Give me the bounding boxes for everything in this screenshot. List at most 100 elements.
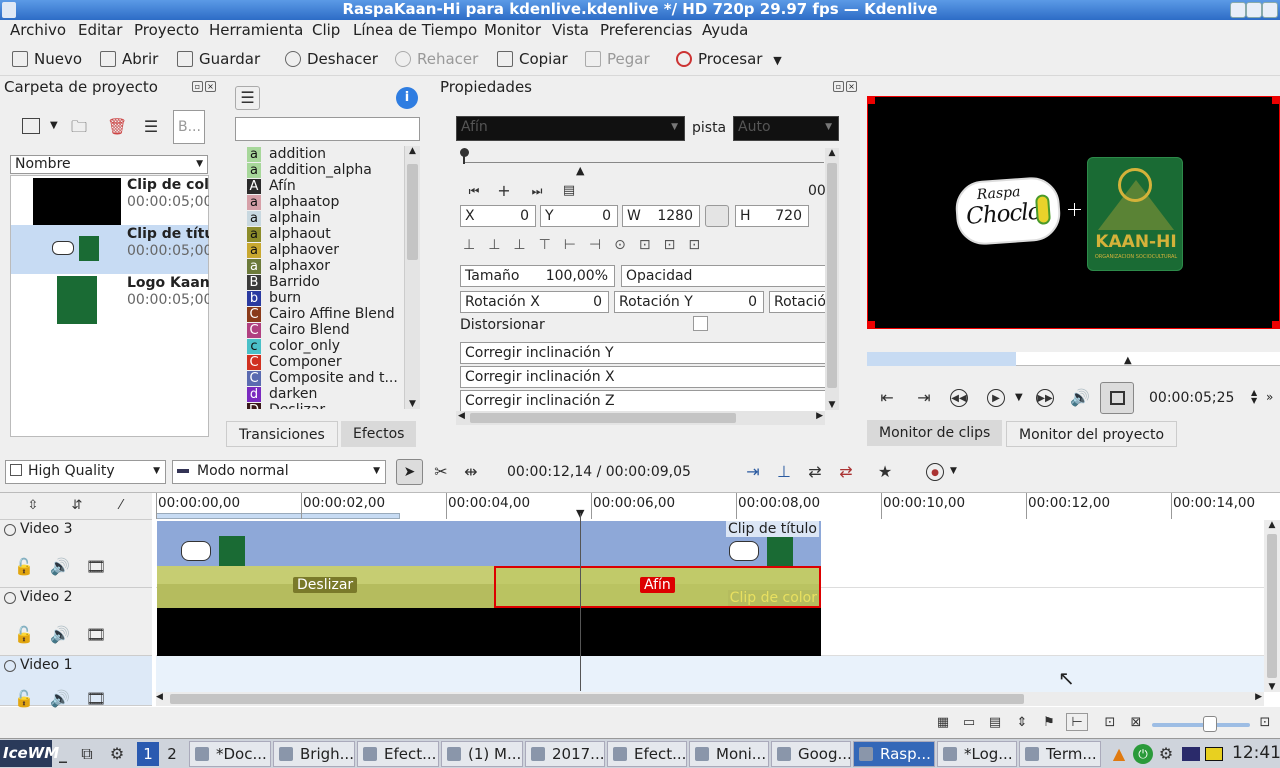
chevron-down-icon[interactable]: ▼ — [1015, 392, 1023, 403]
transition-item[interactable]: d darken — [247, 386, 317, 402]
task-log[interactable]: *Log... — [937, 741, 1017, 767]
monitor-ruler[interactable]: ▲ — [867, 352, 1280, 366]
zoom-slider-handle[interactable] — [1203, 716, 1217, 732]
align-toolbar[interactable]: ⊥⊥⊥⊤⊢⊣⊙⊡⊡⊡ — [463, 237, 713, 253]
zoom-slider[interactable] — [1152, 723, 1250, 727]
window-titlebar[interactable]: RaspaKaan-Hi para kdenlive.kdenlive */ H… — [0, 0, 1280, 20]
new-button[interactable]: Nuevo — [12, 50, 82, 68]
track-target-icon[interactable] — [4, 592, 16, 604]
rewind-icon[interactable]: ◀◀ — [950, 389, 968, 407]
y-field[interactable]: Y0 — [540, 205, 618, 227]
task-efect-2[interactable]: Efect... — [607, 741, 687, 767]
transition-item[interactable]: a alphaatop — [247, 194, 339, 210]
menu-herramienta[interactable]: Herramienta — [209, 20, 303, 40]
task-doc[interactable]: *Doc... — [189, 741, 271, 767]
track-select[interactable]: Auto ▼ — [733, 116, 839, 141]
task-raspa-active[interactable]: Rasp... — [853, 741, 935, 767]
maximize-icon[interactable] — [1246, 2, 1262, 18]
audio-icon[interactable]: 🔊 — [50, 558, 70, 576]
timeline-vscrollbar[interactable]: ▲ ▼ — [1264, 520, 1280, 692]
audio-icon[interactable]: 🔊 — [50, 690, 70, 708]
add-clip-icon[interactable] — [22, 118, 40, 134]
skew-z-field[interactable]: Corregir inclinación Z — [460, 390, 825, 412]
show-desktop-icon[interactable]: _ — [54, 745, 72, 763]
minimize-icon[interactable] — [1230, 2, 1246, 18]
transition-item[interactable]: A Afín — [247, 178, 296, 194]
app-icon[interactable] — [2, 2, 16, 18]
transition-item[interactable]: c color_only — [247, 338, 340, 354]
expand-icon[interactable]: ⇵ — [68, 497, 86, 515]
undo-button[interactable]: Deshacer — [285, 50, 378, 68]
chevron-down-icon[interactable]: ▼ — [950, 466, 957, 476]
cpu-monitor-icon[interactable] — [1182, 747, 1200, 761]
tab-transitions[interactable]: Transiciones — [226, 421, 338, 447]
title-clip[interactable]: Clip de título — [157, 521, 821, 568]
color-clip[interactable] — [157, 608, 821, 656]
flag-icon[interactable]: ⚑ — [1040, 714, 1058, 732]
task-terminal[interactable]: Term... — [1019, 741, 1101, 767]
quality-select[interactable]: High Quality ▼ — [5, 460, 166, 484]
transition-item[interactable]: a alphaout — [247, 226, 331, 242]
workspace-1[interactable]: 1 — [137, 742, 159, 766]
chevron-down-icon[interactable]: ▼ — [773, 54, 781, 67]
lock-icon[interactable]: 🔓 — [14, 626, 34, 644]
menu-preferencias[interactable]: Preferencias — [600, 20, 692, 40]
audio-thumbnails-icon[interactable]: ▭ — [960, 714, 978, 732]
lock-icon[interactable]: 🔓 — [14, 690, 34, 708]
rotation-z-field[interactable]: Rotació — [769, 291, 825, 313]
task-efect-1[interactable]: Efect... — [357, 741, 439, 767]
bin-search-input[interactable]: B... — [173, 110, 205, 144]
task-bright[interactable]: Brigh... — [273, 741, 355, 767]
paste-button[interactable]: Pegar — [585, 50, 650, 68]
transition-item[interactable]: C Cairo Affine Blend — [247, 306, 395, 322]
video-icon[interactable]: 🎞 — [86, 690, 106, 708]
menu-clip[interactable]: Clip — [312, 20, 340, 40]
timeline-ruler[interactable]: ▼ 00:00:00,0000:00:02,0000:00:04,0000:00… — [156, 493, 1280, 520]
size-field[interactable]: Tamaño 100,00% — [460, 265, 615, 287]
snap-icon[interactable]: ⇕ — [1013, 714, 1031, 732]
transition-item[interactable]: b burn — [247, 290, 301, 306]
menu-proyecto[interactable]: Proyecto — [134, 20, 199, 40]
tab-effects[interactable]: Efectos — [341, 421, 417, 447]
thumbnails-icon[interactable]: ▦ — [934, 714, 952, 732]
video-icon[interactable]: 🎞 — [86, 626, 106, 644]
fit-zoom-icon[interactable]: ⊢ — [1066, 713, 1088, 731]
extract-icon[interactable]: ⇄ — [837, 463, 855, 481]
add-folder-icon[interactable]: 🗀 — [70, 118, 88, 136]
zone-bar[interactable] — [156, 513, 400, 519]
lift-icon[interactable]: ⇄ — [806, 463, 824, 481]
zoom-out-icon[interactable]: ⊡ — [1101, 714, 1119, 732]
open-button[interactable]: Abrir — [100, 50, 158, 68]
keyframe-menu-icon[interactable]: ▤ — [560, 182, 578, 200]
timeline-hscrollbar[interactable]: ◀ ▶ — [156, 692, 1264, 706]
transition-item[interactable]: a alphaxor — [247, 258, 330, 274]
w-field[interactable]: W 1280 — [622, 205, 700, 227]
bin-item[interactable]: Logo Kaan 00:00:05;00 — [11, 274, 209, 324]
effect-icon[interactable]: ⁄ — [112, 497, 130, 515]
forward-icon[interactable]: ▶▶ — [1036, 389, 1054, 407]
project-monitor-view[interactable]: Raspa Choclo KAAN-HI ORGANIZACIÓN SOCIOC… — [867, 96, 1280, 329]
edit-mode-toggle[interactable] — [1100, 382, 1134, 414]
float-icon[interactable]: ▫ — [192, 81, 203, 92]
transition-item[interactable]: a addition — [247, 146, 326, 162]
distort-checkbox[interactable] — [693, 316, 708, 331]
window-list-icon[interactable]: ⧉ — [78, 745, 96, 763]
clock[interactable]: 12:41 — [1232, 743, 1280, 763]
menu-editar[interactable]: Editar — [78, 20, 122, 40]
workspace-2[interactable]: 2 — [161, 742, 183, 766]
markers-icon[interactable]: ▤ — [986, 714, 1004, 732]
skew-y-field[interactable]: Corregir inclinación Y — [460, 342, 825, 364]
tab-clip-monitor[interactable]: Monitor de clips — [867, 420, 1003, 446]
prev-keyframe-icon[interactable]: ⏮ — [465, 182, 483, 200]
collapse-icon[interactable]: ⇳ — [24, 497, 42, 515]
info-icon[interactable]: i — [396, 87, 418, 109]
task-browser[interactable]: (1) M... — [441, 741, 523, 767]
tab-project-monitor[interactable]: Monitor del proyecto — [1006, 421, 1178, 447]
menu-ayuda[interactable]: Ayuda — [702, 20, 748, 40]
props-hscrollbar[interactable]: ◀ ▶ — [456, 411, 825, 425]
insert-icon[interactable]: ⇥ — [744, 463, 762, 481]
lock-icon[interactable]: 🔓 — [14, 558, 34, 576]
power-tray-icon[interactable]: ⏻ — [1133, 744, 1153, 764]
timecode-stepper[interactable]: ▲ ▼ — [1251, 389, 1257, 405]
x-field[interactable]: X0 — [460, 205, 536, 227]
